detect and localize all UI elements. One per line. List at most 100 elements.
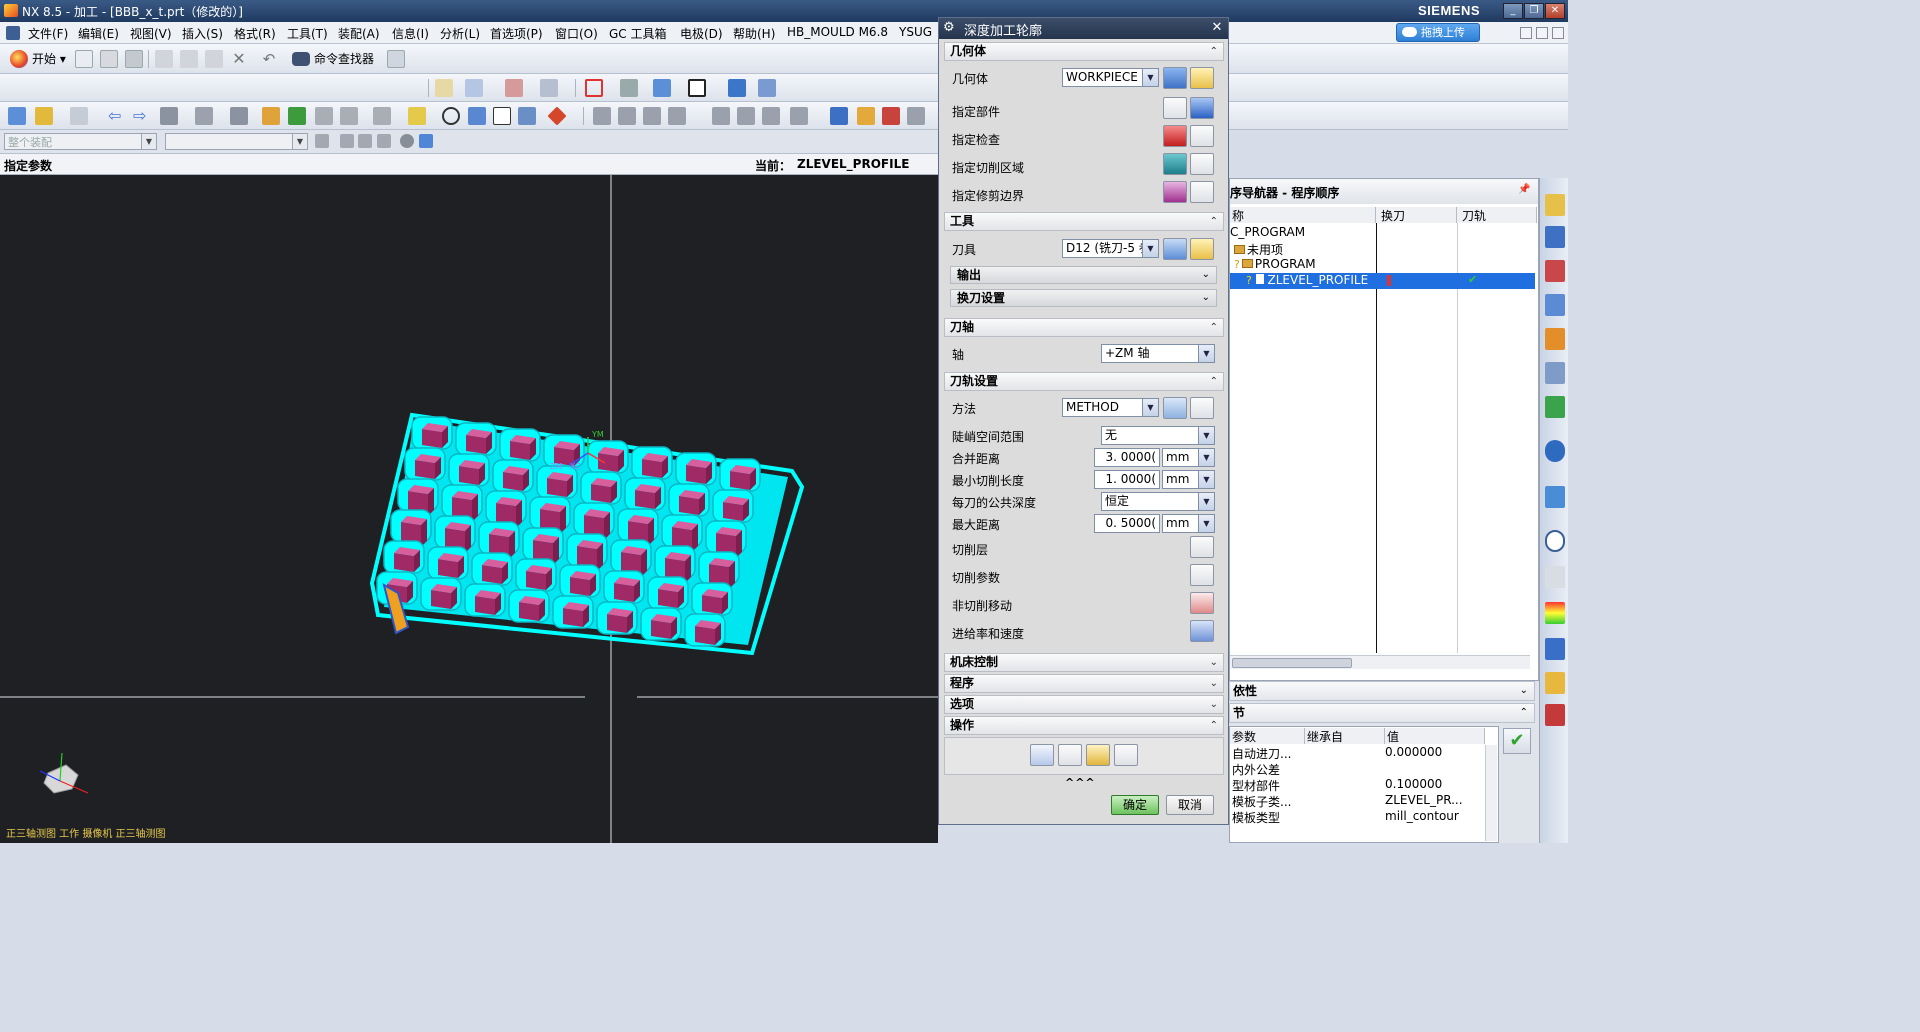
- menu-file[interactable]: 文件(F): [28, 25, 68, 42]
- list-icon[interactable]: [408, 107, 426, 125]
- ok-button[interactable]: 确定: [1111, 795, 1159, 815]
- block-icon[interactable]: [230, 107, 248, 125]
- copy-icon[interactable]: [180, 50, 198, 68]
- col-value[interactable]: 值: [1385, 728, 1485, 744]
- merge-distance-input[interactable]: 3. 0000(: [1094, 448, 1160, 467]
- new-tool-button[interactable]: [1163, 238, 1187, 260]
- steep-dropdown[interactable]: 无 ▼: [1101, 426, 1215, 445]
- part-navigator-icon[interactable]: [1545, 260, 1565, 282]
- manufacturing-wizard-icon[interactable]: [1545, 672, 1565, 694]
- list-path-button[interactable]: [1114, 744, 1138, 766]
- tool-dropdown[interactable]: D12 (铣刀-5 参 ▼: [1062, 239, 1159, 258]
- select-icon-3[interactable]: [358, 134, 372, 148]
- snap-icon[interactable]: [505, 79, 523, 97]
- fit-icon[interactable]: [585, 79, 603, 97]
- nx-menu-icon[interactable]: [6, 26, 20, 40]
- verify-icon[interactable]: [288, 107, 306, 125]
- depth-dropdown[interactable]: 恒定 ▼: [1101, 492, 1215, 511]
- table-row[interactable]: 型材部件 0.100000: [1230, 777, 1498, 793]
- open-file-icon[interactable]: [100, 50, 118, 68]
- details-section[interactable]: 节 ⌃: [1229, 703, 1535, 723]
- section-options[interactable]: 选项 ⌄: [944, 695, 1224, 714]
- menu-info[interactable]: 信息(I): [392, 25, 429, 42]
- show-trim-button[interactable]: [1190, 181, 1214, 203]
- menu-analysis[interactable]: 分析(L): [440, 25, 480, 42]
- method-icon[interactable]: [195, 107, 213, 125]
- section-actions[interactable]: 操作 ⌃: [944, 716, 1224, 735]
- specify-part-button[interactable]: [1163, 97, 1187, 119]
- menu-assembly[interactable]: 装配(A): [338, 25, 380, 42]
- menu-gc-toolbox[interactable]: GC 工具箱: [609, 25, 667, 42]
- menu-preferences[interactable]: 首选项(P): [490, 25, 543, 42]
- wcs-icon[interactable]: [758, 79, 776, 97]
- diamond-icon[interactable]: [547, 106, 567, 126]
- delete-icon[interactable]: ✕: [230, 50, 248, 68]
- doc-minimize-button[interactable]: [1520, 27, 1532, 39]
- layer-icon[interactable]: [387, 50, 405, 68]
- create-program-icon[interactable]: [8, 107, 26, 125]
- render-style-icon[interactable]: [620, 79, 638, 97]
- menu-electrode[interactable]: 电极(D): [680, 25, 723, 42]
- select-icon-5[interactable]: [400, 134, 414, 148]
- zoom-icon[interactable]: [465, 79, 483, 97]
- simulate-icon[interactable]: [468, 107, 486, 125]
- role-icon[interactable]: [1545, 704, 1565, 726]
- save-icon[interactable]: [125, 50, 143, 68]
- system-materials-icon[interactable]: [1545, 566, 1565, 588]
- create-tool-icon[interactable]: [35, 107, 53, 125]
- show-part-button[interactable]: [1190, 97, 1214, 119]
- dialog-close-button[interactable]: ✕: [1209, 20, 1225, 36]
- table-row[interactable]: 内外公差: [1230, 761, 1498, 777]
- postprocess-icon[interactable]: [315, 107, 333, 125]
- feeds-speeds-button[interactable]: [1190, 620, 1214, 642]
- show-cut-area-button[interactable]: [1190, 153, 1214, 175]
- clock-icon[interactable]: [1545, 530, 1565, 552]
- paste-icon[interactable]: [205, 50, 223, 68]
- cancel-button[interactable]: 取消: [1166, 795, 1214, 815]
- tree-row-root[interactable]: C_PROGRAM: [1230, 225, 1535, 241]
- panda-icon[interactable]: [493, 107, 511, 125]
- generate-path-button[interactable]: [1030, 744, 1054, 766]
- shaded-icon[interactable]: [653, 79, 671, 97]
- dependencies-section[interactable]: 依性 ⌄: [1229, 681, 1535, 701]
- dialog-titlebar[interactable]: ⚙ 深度加工轮廓 ✕: [939, 18, 1228, 39]
- tree-row-unused[interactable]: 未用项: [1230, 241, 1535, 257]
- work-layer-icon[interactable]: [728, 79, 746, 97]
- shop-doc-icon[interactable]: [340, 107, 358, 125]
- menu-help[interactable]: 帮助(H): [733, 25, 775, 42]
- tree-row-operation[interactable]: ? ZLEVEL_PROFILE ✔: [1230, 273, 1535, 289]
- scroll-thumb[interactable]: [1232, 658, 1352, 668]
- table-row[interactable]: 模板子类... ZLEVEL_PR...: [1230, 793, 1498, 809]
- web-browser-icon[interactable]: [1545, 440, 1565, 462]
- tool-change-subsection[interactable]: 换刀设置 ⌄: [950, 289, 1217, 307]
- feature-icon-11[interactable]: [882, 107, 900, 125]
- tool-path-icon[interactable]: [373, 107, 391, 125]
- graphics-viewport[interactable]: YM ZM XC 正三轴测图 工作 摄像机 正三轴测图: [0, 175, 938, 843]
- menu-view[interactable]: 视图(V): [130, 25, 172, 42]
- doc-restore-button[interactable]: [1536, 27, 1548, 39]
- feature-icon-6[interactable]: [737, 107, 755, 125]
- col-tool-change[interactable]: 换刀: [1376, 207, 1457, 223]
- max-distance-unit-dropdown[interactable]: mm ▼: [1162, 514, 1215, 533]
- section-tool[interactable]: 工具 ⌃: [944, 212, 1224, 231]
- menu-hb-mould[interactable]: HB_MOULD M6.8: [787, 25, 888, 39]
- replay-path-button[interactable]: [1058, 744, 1082, 766]
- section-machine-control[interactable]: 机床控制 ⌄: [944, 653, 1224, 672]
- feature-icon-8[interactable]: [790, 107, 808, 125]
- restore-button[interactable]: ❐: [1524, 3, 1544, 19]
- col-inherited[interactable]: 继承自: [1305, 728, 1385, 744]
- background-icon[interactable]: [688, 79, 706, 97]
- circle-icon[interactable]: [442, 107, 460, 125]
- measure-icon[interactable]: [540, 79, 558, 97]
- section-path-settings[interactable]: 刀轨设置 ⌃: [944, 372, 1224, 391]
- edit-geometry-button[interactable]: [1190, 67, 1214, 89]
- section-tool-axis[interactable]: 刀轴 ⌃: [944, 318, 1224, 337]
- forward-icon[interactable]: ⇨: [133, 107, 151, 125]
- minimize-button[interactable]: _: [1503, 3, 1523, 19]
- undo-icon[interactable]: ↶: [260, 50, 278, 68]
- machine-icon[interactable]: [518, 107, 536, 125]
- feature-icon-10[interactable]: [857, 107, 875, 125]
- menu-format[interactable]: 格式(R): [234, 25, 276, 42]
- feature-icon-2[interactable]: [618, 107, 636, 125]
- section-geometry[interactable]: 几何体 ⌃: [944, 42, 1224, 61]
